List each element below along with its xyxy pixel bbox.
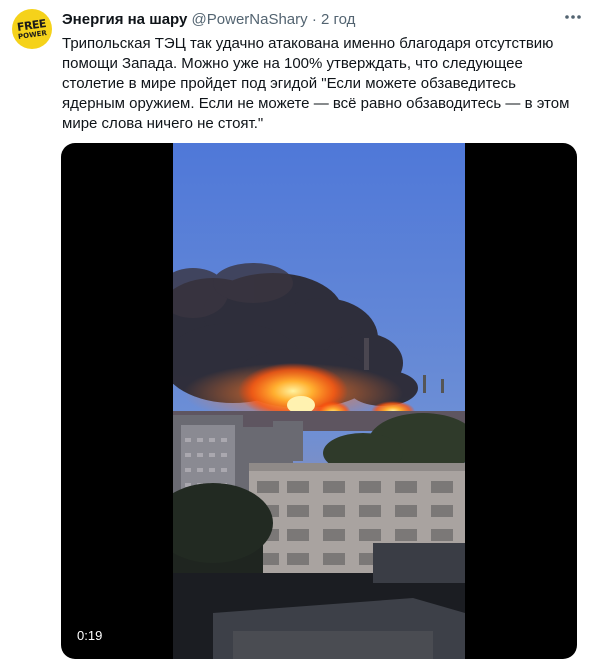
tweet-text-line: ядерным оружием. Если не можете — всё ра… bbox=[62, 95, 570, 112]
author-handle[interactable]: @PowerNaShary bbox=[192, 11, 308, 28]
video-still-image bbox=[173, 143, 465, 659]
more-options-button[interactable] bbox=[562, 8, 584, 26]
author-name[interactable]: Энергия на шару bbox=[62, 11, 187, 28]
tweet-text-line: Трипольская ТЭЦ так удачно атакована име… bbox=[62, 35, 554, 52]
tweet-text-line: помощи Запада. Можно уже на 100% утвержд… bbox=[62, 55, 523, 72]
tweet-header: Энергия на шару @PowerNaShary · 2 год bbox=[62, 11, 562, 31]
tweet[interactable]: FREE POWER Энергия на шару @PowerNaShary… bbox=[0, 0, 602, 667]
video-player[interactable]: 0:19 bbox=[61, 143, 577, 659]
avatar[interactable]: FREE POWER bbox=[12, 9, 52, 49]
video-duration: 0:19 bbox=[73, 627, 107, 645]
tweet-text-line: столетие в мире пройдет под эгидой "Если… bbox=[62, 75, 516, 92]
header-separator: · bbox=[311, 11, 317, 28]
tweet-text: Трипольская ТЭЦ так удачно атакована име… bbox=[62, 34, 592, 134]
tweet-text-line: мире слова ничего не стоят." bbox=[62, 115, 264, 132]
tweet-timestamp[interactable]: 2 год bbox=[321, 11, 355, 28]
ellipsis-icon bbox=[565, 15, 581, 19]
video-frame[interactable] bbox=[173, 143, 465, 659]
